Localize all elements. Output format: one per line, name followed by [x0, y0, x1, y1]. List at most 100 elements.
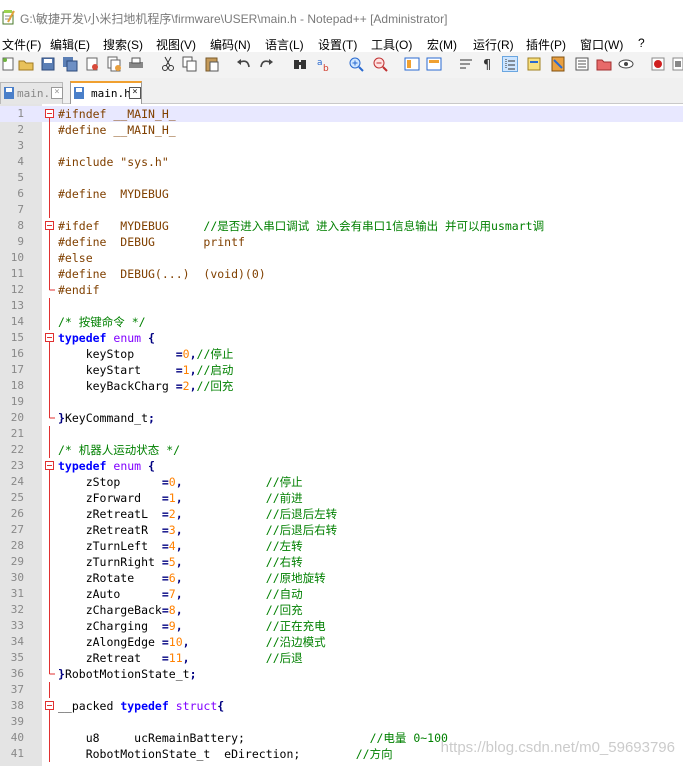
code-line[interactable]: 4 #include "sys.h" [0, 154, 683, 170]
code-token: #define MYDEBUG [58, 187, 169, 201]
code-line[interactable]: 2 #define __MAIN_H_ [0, 122, 683, 138]
tab-main-h-close-icon[interactable]: × [129, 87, 141, 99]
show-all-chars-icon[interactable]: ¶ [480, 56, 496, 73]
close-all-icon[interactable] [106, 56, 122, 72]
menu-run[interactable]: 运行(R) [473, 36, 514, 53]
cut-icon[interactable] [160, 56, 176, 72]
line-number: 22 [10, 443, 24, 456]
fold-collapse-icon[interactable] [45, 458, 56, 474]
save-all-icon[interactable] [62, 56, 78, 72]
line-number: 35 [10, 651, 24, 664]
code-line[interactable]: 5 [0, 170, 683, 186]
fold-collapse-icon[interactable] [45, 698, 56, 714]
fold-collapse-icon[interactable] [45, 330, 56, 346]
paste-icon[interactable] [204, 56, 220, 72]
code-line[interactable]: 18 keyBackCharg =2,//回充 [0, 378, 683, 394]
code-line[interactable]: 15 typedef enum { [0, 330, 683, 346]
code-line[interactable]: 39 [0, 714, 683, 730]
menu-view[interactable]: 视图(V) [156, 36, 196, 53]
sync-h-icon[interactable] [426, 56, 442, 72]
menu-window[interactable]: 窗口(W) [580, 36, 623, 53]
code-line[interactable]: 25 zForward =1, //前进 [0, 490, 683, 506]
code-line[interactable]: 19 [0, 394, 683, 410]
tab-main-c-close-icon[interactable]: × [51, 87, 63, 99]
code-line[interactable]: 30 zRotate =6, //原地旋转 [0, 570, 683, 586]
code-line[interactable]: 29 zTurnRight =5, //右转 [0, 554, 683, 570]
code-line[interactable]: 23 typedef enum { [0, 458, 683, 474]
user-lang-icon[interactable] [526, 56, 542, 72]
code-line[interactable]: 16 keyStop =0,//停止 [0, 346, 683, 362]
function-list-icon[interactable] [574, 56, 590, 72]
folder-workspace-icon[interactable] [596, 56, 612, 72]
code-line[interactable]: 22 /* 机器人运动状态 */ [0, 442, 683, 458]
tab-main-h[interactable]: main.h × [70, 81, 142, 104]
code-line[interactable]: 38 __packed typedef struct{ [0, 698, 683, 714]
fold-collapse-icon[interactable] [45, 218, 56, 234]
save-icon[interactable] [40, 56, 56, 72]
menu-file[interactable]: 文件(F) [2, 36, 41, 53]
code-token: /* 机器人运动状态 */ [58, 443, 181, 457]
stop-macro-icon[interactable] [672, 56, 683, 72]
code-line[interactable]: 14 /* 按键命令 */ [0, 314, 683, 330]
code-line[interactable]: 17 keyStart =1,//启动 [0, 362, 683, 378]
word-wrap-icon[interactable] [458, 56, 474, 72]
close-icon[interactable] [84, 56, 100, 72]
menu-plugins[interactable]: 插件(P) [526, 36, 566, 53]
menu-macro[interactable]: 宏(M) [427, 36, 457, 53]
line-number: 13 [10, 299, 24, 312]
new-file-icon[interactable] [0, 56, 16, 72]
undo-icon[interactable] [236, 56, 252, 72]
menu-edit[interactable]: 编辑(E) [50, 36, 90, 53]
record-macro-icon[interactable] [650, 56, 666, 72]
doc-map-icon[interactable] [550, 56, 566, 72]
menu-search[interactable]: 搜索(S) [103, 36, 143, 53]
code-line[interactable]: 9 #define DEBUG printf [0, 234, 683, 250]
tab-main-c[interactable]: main.c × [0, 82, 63, 104]
code-line[interactable]: 37 [0, 682, 683, 698]
code-line[interactable]: 36}RobotMotionState_t; [0, 666, 683, 682]
indent-guide-icon[interactable] [502, 56, 518, 72]
menu-tools[interactable]: 工具(O) [371, 36, 412, 53]
code-line[interactable]: 33 zCharging =9, //正在充电 [0, 618, 683, 634]
copy-icon[interactable] [182, 56, 198, 72]
menu-language[interactable]: 语言(L) [265, 36, 304, 53]
menu-settings[interactable]: 设置(T) [318, 36, 357, 53]
code-line[interactable]: 3 [0, 138, 683, 154]
code-text: }KeyCommand_t; [58, 410, 155, 426]
zoom-in-icon[interactable] [348, 56, 364, 72]
code-line[interactable]: 28 zTurnLeft =4, //左转 [0, 538, 683, 554]
code-line[interactable]: 35 zRetreat =11, //后退 [0, 650, 683, 666]
code-line[interactable]: 13 [0, 298, 683, 314]
code-line[interactable]: 31 zAuto =7, //自动 [0, 586, 683, 602]
monitor-icon[interactable] [618, 56, 634, 72]
menu-encoding[interactable]: 编码(N) [210, 36, 251, 53]
find-icon[interactable] [292, 56, 308, 72]
code-editor[interactable]: 1 #ifndef __MAIN_H_ 2 #define __MAIN_H_ 3 4 #i… [0, 104, 683, 766]
code-line[interactable]: 24 zStop =0, //停止 [0, 474, 683, 490]
fold-collapse-icon[interactable] [45, 106, 56, 122]
code-line[interactable]: 8 #ifdef MYDEBUG //是否进入串口调试 进入会有串口1信息输出 并… [0, 218, 683, 234]
code-token: { [148, 459, 155, 473]
code-line[interactable]: 12 #endif [0, 282, 683, 298]
code-line[interactable]: 7 [0, 202, 683, 218]
code-line[interactable]: 6 #define MYDEBUG [0, 186, 683, 202]
code-line[interactable]: 21 [0, 426, 683, 442]
code-line[interactable]: 1 #ifndef __MAIN_H_ [0, 106, 683, 122]
code-line[interactable]: 27 zRetreatR =3, //后退后右转 [0, 522, 683, 538]
menu-help[interactable]: ? [638, 36, 645, 50]
code-line[interactable]: 20}KeyCommand_t; [0, 410, 683, 426]
replace-icon[interactable]: ab [316, 56, 332, 74]
zoom-out-icon[interactable] [372, 56, 388, 72]
redo-icon[interactable] [258, 56, 274, 72]
code-line[interactable]: 11 #define DEBUG(...) (void)(0) [0, 266, 683, 282]
code-line[interactable]: 26 zRetreatL =2, //后退后左转 [0, 506, 683, 522]
print-icon[interactable] [128, 56, 144, 72]
fold-line-marker [49, 202, 50, 218]
code-token: KeyCommand_t [64, 411, 149, 425]
line-number: 11 [10, 267, 24, 280]
code-line[interactable]: 10 #else [0, 250, 683, 266]
open-file-icon[interactable] [18, 56, 34, 72]
code-line[interactable]: 32 zChargeBack=8, //回充 [0, 602, 683, 618]
code-line[interactable]: 34 zAlongEdge =10, //沿边模式 [0, 634, 683, 650]
sync-v-icon[interactable] [404, 56, 420, 72]
